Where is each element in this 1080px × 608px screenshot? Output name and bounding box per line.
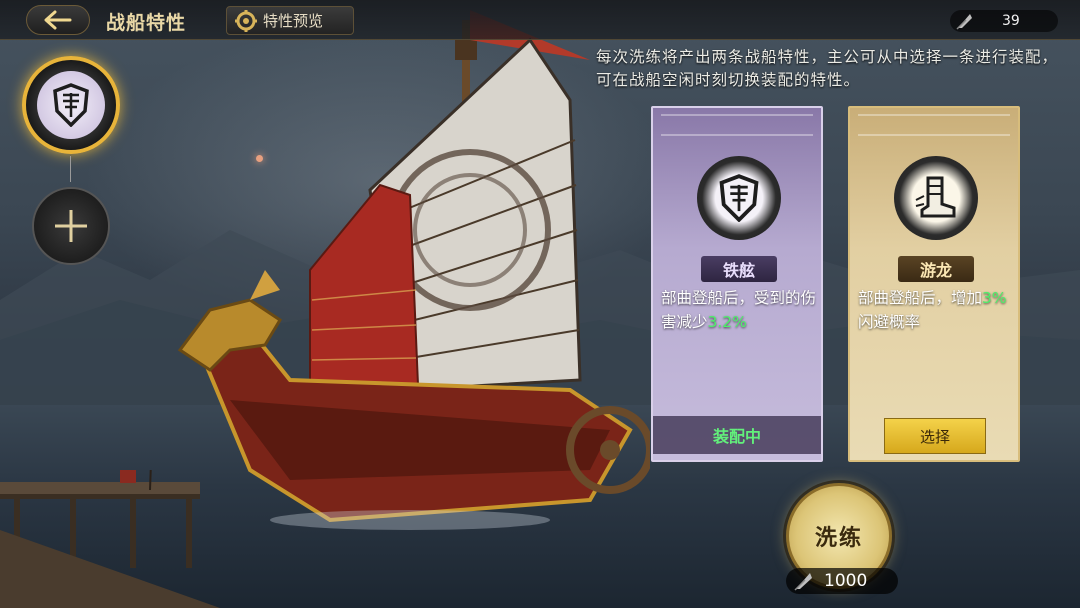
trait-card-youlong[interactable]: 游龙 部曲登船后，增加3% 闪避概率 选择 [848, 106, 1020, 462]
trait-card-tiexian[interactable]: 铁舷 部曲登船后，受到的伤害减少3.2% 装配中 [651, 106, 823, 462]
shield-icon [53, 83, 89, 127]
trait-icon-frame [697, 156, 781, 240]
currency-value: 39 [1002, 13, 1020, 29]
trait-name: 铁舷 [701, 256, 777, 282]
feather-icon [794, 573, 812, 591]
trait-preview-label: 特性预览 [263, 12, 324, 30]
boot-icon [915, 176, 956, 218]
effect-text: 部曲登船后，增加 [858, 289, 983, 307]
page-title: 战船特性 [106, 12, 187, 34]
trait-effect: 部曲登船后，受到的伤害减少3.2% [661, 286, 817, 334]
top-bar: 战船特性 特性预览 39 [0, 0, 1080, 40]
refine-description: 每次洗练将产出两条战船特性，主公可从中选择一条进行装配，可在战船空闲时刻切换装配… [596, 48, 1059, 89]
card-border-pattern [858, 114, 1010, 136]
effect-value: 3% [982, 289, 1007, 307]
back-button[interactable] [26, 5, 90, 35]
slot-connector [70, 156, 71, 182]
trait-effect: 部曲登船后，增加3% 闪避概率 [858, 286, 1014, 334]
trait-icon-frame [894, 156, 978, 240]
refine-cost-value: 1000 [824, 571, 868, 591]
trait-preview-button[interactable]: 特性预览 [226, 6, 354, 35]
trait-name: 游龙 [898, 256, 974, 282]
arrow-left-icon [44, 10, 72, 30]
gear-icon [235, 9, 257, 32]
effect-text-after: 闪避概率 [858, 313, 921, 331]
equipped-status: 装配中 [653, 416, 821, 454]
warship-illustration [177, 10, 650, 530]
card-border-pattern [661, 114, 813, 136]
plus-icon [55, 210, 87, 242]
shield-icon [719, 174, 759, 222]
select-button[interactable]: 选择 [884, 418, 986, 454]
refine-cost: 1000 [786, 568, 898, 594]
currency-counter: 39 [950, 10, 1058, 32]
effect-value: 3.2% [707, 313, 747, 331]
trait-slot-active[interactable] [22, 56, 120, 154]
feather-icon [956, 14, 972, 30]
add-trait-slot-button[interactable] [32, 187, 110, 265]
